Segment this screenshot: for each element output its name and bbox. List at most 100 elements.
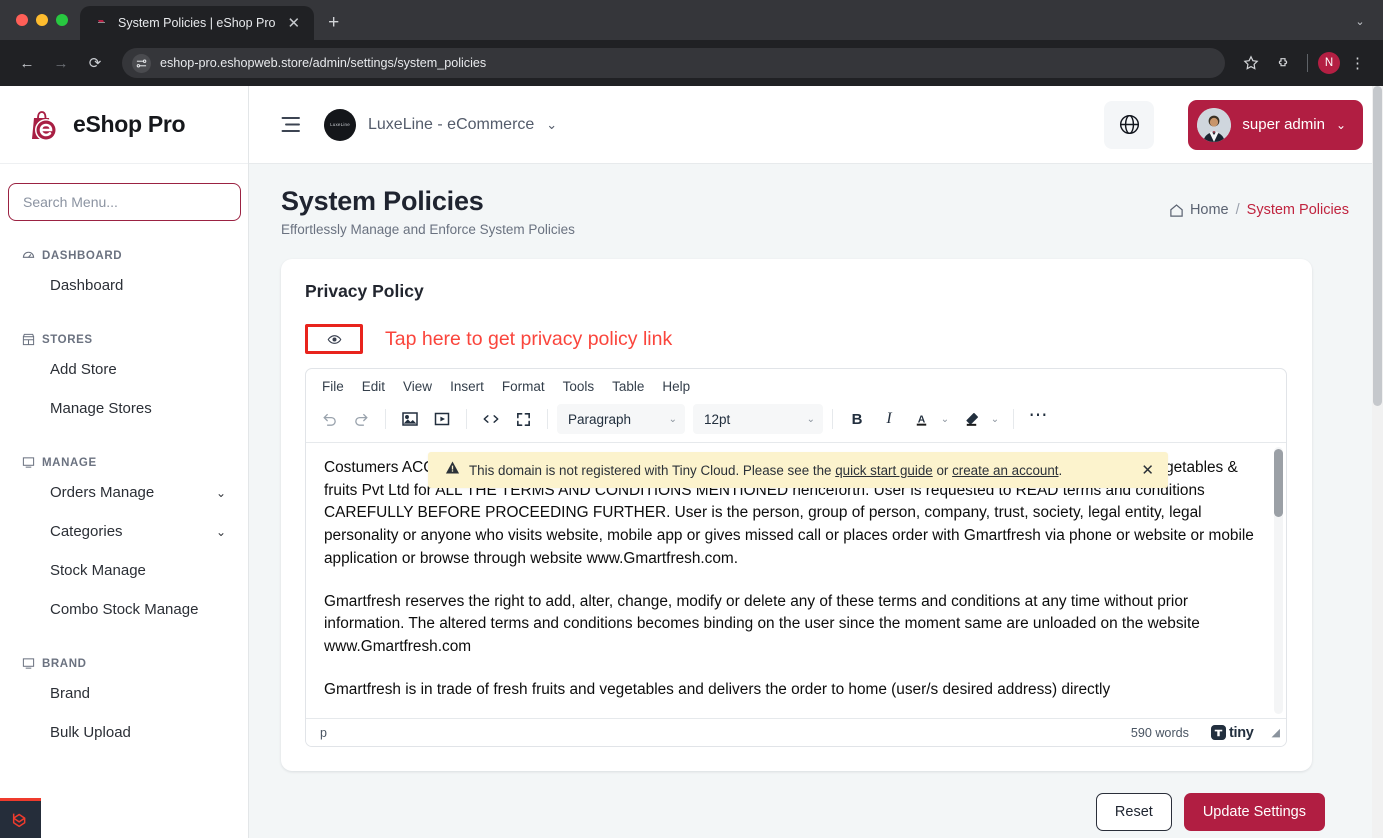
sidebar-item-dashboard[interactable]: Dashboard <box>0 266 248 305</box>
chevron-down-icon[interactable]: ⌄ <box>546 117 557 133</box>
tiny-cloud-notification: This domain is not registered with Tiny … <box>428 452 1168 488</box>
editor-content-area[interactable]: Costumers ACCESSING or using website or … <box>306 443 1286 718</box>
tiny-logo[interactable]: tiny <box>1210 725 1254 741</box>
highlight-color-group: ⌄ <box>956 404 1004 434</box>
close-icon[interactable]: ✕ <box>1131 461 1154 479</box>
page-header: System Policies Effortlessly Manage and … <box>281 164 1349 237</box>
annotation-text: Tap here to get privacy policy link <box>385 327 673 350</box>
tab-strip: System Policies | eShop Pro ✕ + ⌄ <box>0 0 1383 40</box>
menu-table[interactable]: Table <box>604 375 652 398</box>
extensions-puzzle-icon[interactable] <box>1269 49 1297 77</box>
update-settings-button[interactable]: Update Settings <box>1183 793 1325 831</box>
browser-profile-avatar[interactable]: N <box>1318 52 1340 74</box>
preview-privacy-policy-button[interactable] <box>305 324 363 354</box>
menu-view[interactable]: View <box>395 375 440 398</box>
brand-header[interactable]: eShop Pro <box>0 86 248 164</box>
page-scrollbar-thumb[interactable] <box>1373 86 1382 406</box>
reload-icon[interactable]: ⟳ <box>80 48 110 78</box>
breadcrumb-current[interactable]: System Policies <box>1247 202 1349 218</box>
language-globe-button[interactable] <box>1104 100 1155 149</box>
privacy-link-row: Tap here to get privacy policy link <box>305 324 1288 354</box>
browser-menu-icon[interactable]: ⋮ <box>1344 56 1371 71</box>
address-bar[interactable]: eshop-pro.eshopweb.store/admin/settings/… <box>122 48 1225 78</box>
insert-image-icon[interactable] <box>395 404 425 434</box>
store-avatar: LuxeLine <box>324 108 356 141</box>
undo-icon[interactable] <box>314 404 344 434</box>
menu-format[interactable]: Format <box>494 375 553 398</box>
back-icon[interactable]: ← <box>12 48 42 78</box>
sidebar-item-manage-stores[interactable]: Manage Stores <box>0 389 248 428</box>
avatar <box>1197 107 1232 142</box>
sidebar-section-label: BRAND <box>42 657 87 670</box>
menu-tools[interactable]: Tools <box>555 375 603 398</box>
menu-help[interactable]: Help <box>654 375 698 398</box>
editor-paragraph: Gmartfresh reserves the right to add, al… <box>324 592 1200 655</box>
forward-icon[interactable]: → <box>46 48 76 78</box>
sidebar-section-stores: STORES <box>0 333 248 346</box>
toolbar-divider <box>1013 409 1014 429</box>
maximize-window-button[interactable] <box>56 14 68 26</box>
tab-title: System Policies | eShop Pro <box>118 16 276 30</box>
menu-edit[interactable]: Edit <box>354 375 393 398</box>
sidebar-item-combo-stock-manage[interactable]: Combo Stock Manage <box>0 590 248 629</box>
block-format-select[interactable]: Paragraph ⌄ <box>557 404 685 434</box>
search-input[interactable] <box>8 183 241 221</box>
bookmark-star-icon[interactable] <box>1237 49 1265 77</box>
text-color-icon[interactable]: A <box>906 404 936 434</box>
sidebar-toggle-icon[interactable] <box>281 116 302 133</box>
chevron-down-icon[interactable]: ⌄ <box>216 525 226 539</box>
store-selector[interactable]: LuxeLine LuxeLine - eCommerce ⌄ <box>324 108 557 141</box>
highlight-pen-icon[interactable] <box>956 404 986 434</box>
page-scrollbar-track[interactable] <box>1372 86 1383 838</box>
text-color-group: A ⌄ <box>906 404 954 434</box>
insert-media-icon[interactable] <box>427 404 457 434</box>
sidebar-item-stock-manage[interactable]: Stock Manage <box>0 551 248 590</box>
chevron-down-icon[interactable]: ⌄ <box>216 486 226 500</box>
editor-scrollbar-thumb[interactable] <box>1274 449 1283 517</box>
reset-button[interactable]: Reset <box>1095 793 1172 831</box>
close-window-button[interactable] <box>16 14 28 26</box>
menu-file[interactable]: File <box>314 375 352 398</box>
browser-tab[interactable]: System Policies | eShop Pro ✕ <box>80 6 315 40</box>
page-content: System Policies Effortlessly Manage and … <box>249 164 1383 838</box>
toolbar-divider <box>1307 54 1308 72</box>
sidebar-item-categories[interactable]: Categories ⌄ <box>0 512 248 551</box>
font-size-select[interactable]: 12pt ⌄ <box>693 404 823 434</box>
chevron-down-icon[interactable]: ⌄ <box>1336 118 1346 132</box>
chevron-down-icon[interactable]: ⌄ <box>936 404 954 434</box>
breadcrumb-home-label: Home <box>1189 202 1229 218</box>
site-settings-icon[interactable] <box>132 53 151 73</box>
sidebar-section-dashboard: DASHBOARD <box>0 249 248 262</box>
minimize-window-button[interactable] <box>36 14 48 26</box>
close-tab-icon[interactable]: ✕ <box>283 14 304 33</box>
bold-button[interactable]: B <box>842 404 872 434</box>
new-tab-button[interactable]: + <box>328 13 339 32</box>
breadcrumb-home-link[interactable]: Home <box>1169 202 1229 218</box>
sidebar-section-label: MANAGE <box>42 456 97 469</box>
sidebar-item-label: Add Store <box>50 361 117 378</box>
chevron-down-icon[interactable]: ⌄ <box>1349 10 1371 32</box>
element-path[interactable]: p <box>320 726 327 740</box>
laravel-debugbar-icon[interactable] <box>0 798 41 838</box>
redo-icon[interactable] <box>346 404 376 434</box>
sidebar-item-add-store[interactable]: Add Store <box>0 350 248 389</box>
sidebar-item-brand[interactable]: Brand <box>0 674 248 713</box>
user-name: super admin <box>1242 116 1325 133</box>
toolbar-divider <box>385 409 386 429</box>
editor-resize-handle[interactable]: ◢ <box>1272 726 1280 739</box>
user-menu-button[interactable]: super admin ⌄ <box>1188 99 1363 150</box>
tab-favicon-icon <box>94 15 110 31</box>
italic-button[interactable]: I <box>874 404 904 434</box>
browser-chrome: System Policies | eShop Pro ✕ + ⌄ ← → ⟳ … <box>0 0 1383 86</box>
chevron-down-icon[interactable]: ⌄ <box>986 404 1004 434</box>
create-account-link[interactable]: create an account <box>952 463 1058 478</box>
sidebar-item-label: Manage Stores <box>50 400 152 417</box>
quick-start-guide-link[interactable]: quick start guide <box>835 463 933 478</box>
source-code-icon[interactable] <box>476 404 506 434</box>
menu-insert[interactable]: Insert <box>442 375 492 398</box>
word-count: 590 words <box>1130 725 1189 740</box>
more-toolbar-items-button[interactable]: ⋯ <box>1023 404 1053 434</box>
fullscreen-icon[interactable] <box>508 404 538 434</box>
sidebar-item-bulk-upload[interactable]: Bulk Upload <box>0 713 248 752</box>
sidebar-item-orders-manage[interactable]: Orders Manage ⌄ <box>0 473 248 512</box>
